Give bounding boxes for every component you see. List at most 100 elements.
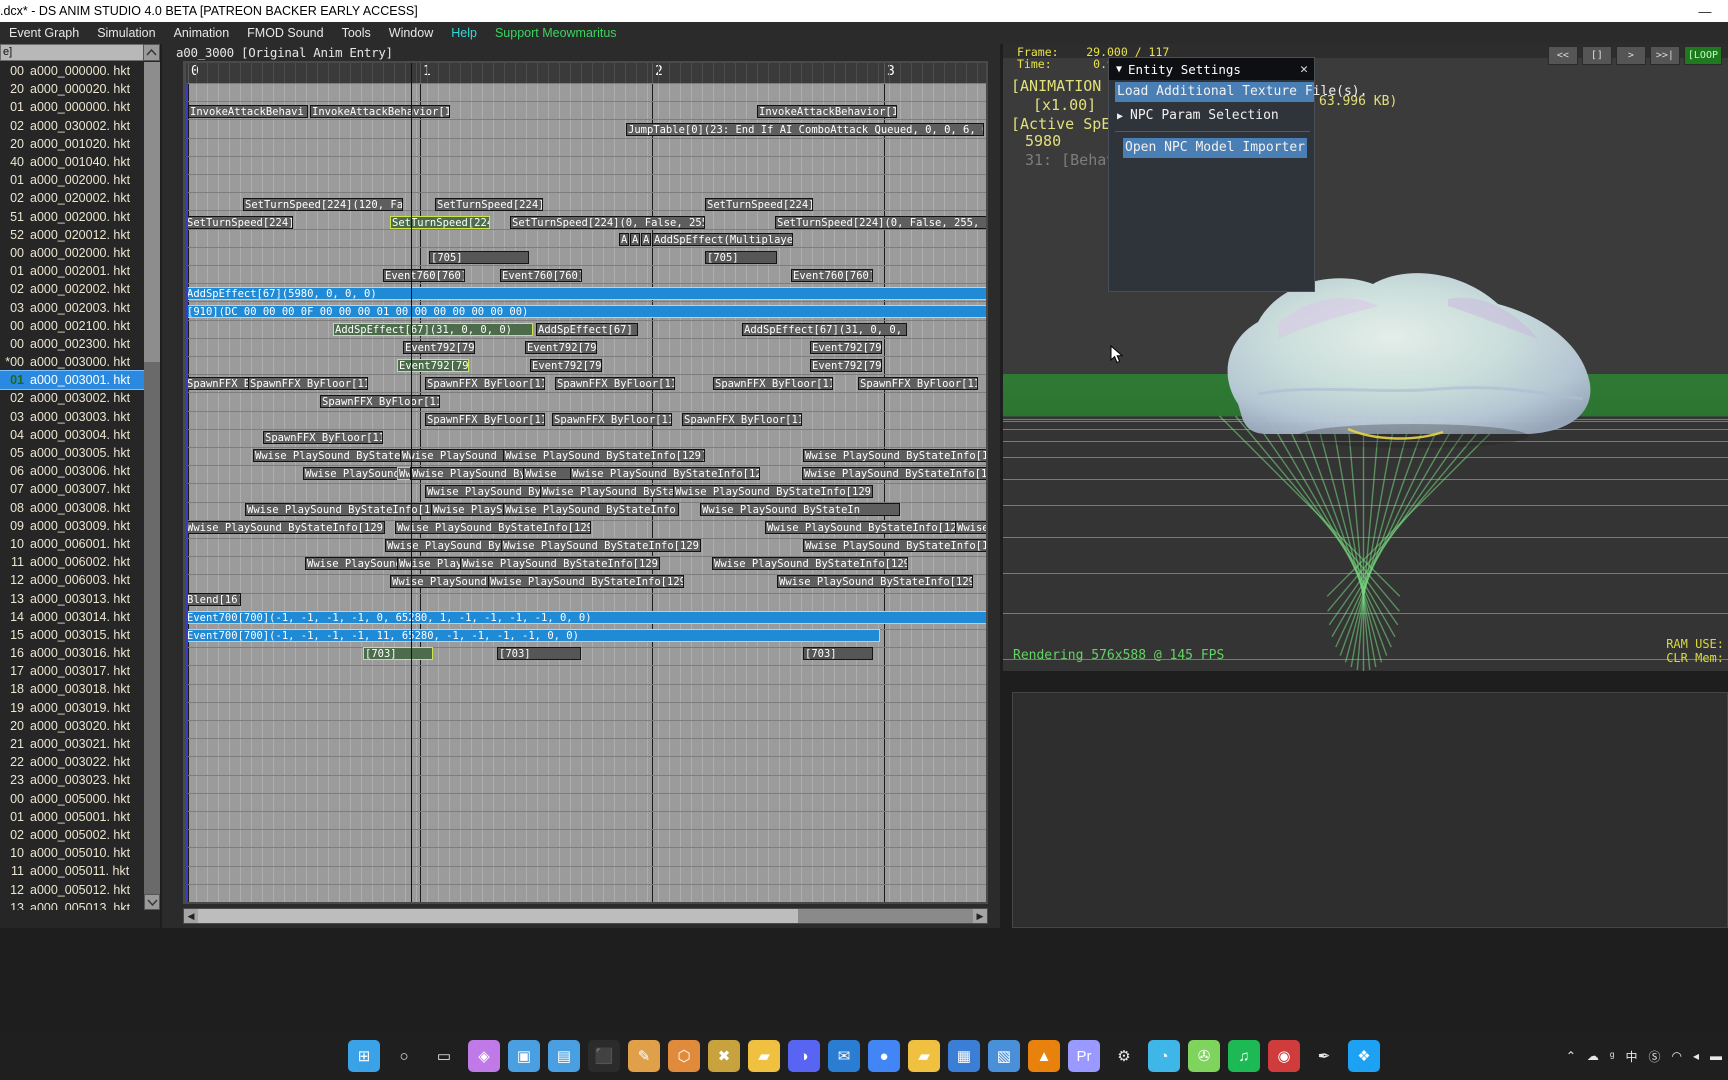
properties-panel[interactable] — [1012, 692, 1728, 928]
timeline-event[interactable]: SpawnFFX_By — [185, 377, 257, 390]
start-button[interactable]: ⊞ — [348, 1040, 380, 1072]
timeline-event[interactable]: [703] — [497, 647, 581, 660]
chevron-down-icon[interactable] — [144, 894, 160, 910]
timeline-event[interactable]: SpawnFFX_ByFloor[112] — [425, 377, 545, 390]
blender-icon[interactable]: ⬡ — [668, 1040, 700, 1072]
copilot-icon[interactable]: ◈ — [468, 1040, 500, 1072]
list-item[interactable]: 02 a000_002002. hkt — [0, 280, 144, 298]
list-item[interactable]: 17 a000_003017. hkt — [0, 662, 144, 680]
wifi-icon[interactable]: ◠ — [1671, 1049, 1681, 1063]
timeline-event[interactable]: [705] — [429, 251, 529, 264]
twitter-icon[interactable]: ❖ — [1348, 1040, 1380, 1072]
timeline-event[interactable]: Wwise_PlaySound_ByStateInfo[129] — [570, 467, 760, 480]
list-item[interactable]: 19 a000_003019. hkt — [0, 699, 144, 717]
timeline-event[interactable]: SetTurnSpeed[224] — [705, 198, 813, 211]
timeline-event[interactable]: A — [619, 233, 629, 246]
obs-icon[interactable]: ◉ — [1268, 1040, 1300, 1072]
list-item[interactable]: 11 a000_006002. hkt — [0, 553, 144, 571]
folder-icon[interactable]: ▰ — [748, 1040, 780, 1072]
list-item[interactable]: 13 a000_005013. hkt — [0, 899, 144, 910]
list-item[interactable]: 03 a000_002003. hkt — [0, 298, 144, 316]
timeline-event[interactable]: Event760[760] — [500, 269, 582, 282]
list-item[interactable]: 01 a000_003001. hkt — [0, 370, 144, 391]
vlc-icon[interactable]: ▲ — [1028, 1040, 1060, 1072]
timeline-event[interactable]: [703] — [803, 647, 873, 660]
menu-item-animation[interactable]: Animation — [165, 22, 239, 44]
list-item[interactable]: 00* a000_003000. hkt — [0, 353, 144, 371]
menu-item-open-npc-model-importer[interactable]: Open NPC Model Importer — [1123, 138, 1308, 158]
minimize-button[interactable]: — — [1682, 0, 1728, 22]
chevron-left-icon[interactable]: ◀ — [184, 909, 198, 923]
timeline-horizontal-scrollbar[interactable]: ◀ ▶ — [183, 908, 988, 924]
stop-button[interactable]: [] — [1581, 46, 1612, 65]
battery-icon[interactable]: ▬ — [1710, 1049, 1722, 1063]
timeline-event[interactable]: SpawnFFX_ByFloor[112] — [682, 413, 802, 426]
prev-frame-button[interactable]: << — [1547, 46, 1578, 65]
scrollbar-thumb[interactable] — [198, 909, 798, 923]
timeline-event[interactable]: AddSpEffect[67](5980, 0, 0, 0) — [185, 287, 986, 300]
list-item[interactable]: 40 a000_001040. hkt — [0, 153, 144, 171]
antivirus-icon[interactable]: Ⓢ — [1648, 1048, 1660, 1065]
timeline-event[interactable]: Event792[792] — [810, 359, 882, 372]
timeline-event[interactable]: SpawnFFX_ByFloor[112] — [263, 431, 383, 444]
timeline-event[interactable]: Wwise_PlaySound_ByStateInfo[129] — [803, 449, 986, 462]
timeline-event[interactable]: [910](DC 00 00 00 0F 00 00 00 01 00 00 0… — [185, 305, 986, 318]
dialog-header[interactable]: ▼ Entity Settings ✕ — [1109, 58, 1314, 80]
tool-icon[interactable]: ⚙ — [1108, 1040, 1140, 1072]
list-item[interactable]: 03 a000_003003. hkt — [0, 408, 144, 426]
timeline-event[interactable]: SpawnFFX_ByFloor[112] — [713, 377, 833, 390]
timeline-event[interactable]: AddSpEffect(Multiplayer[66] — [652, 233, 793, 246]
timeline-event[interactable]: A — [630, 233, 640, 246]
timeline-event[interactable]: [703] — [363, 647, 433, 660]
triangle-down-icon[interactable]: ▼ — [1116, 64, 1122, 75]
loop-toggle-button[interactable]: [LOOP — [1683, 46, 1722, 65]
timeline-event[interactable]: Wwise_PlaySound_ByStateInfo[129] — [185, 521, 385, 534]
list-item[interactable]: 15 a000_003015. hkt — [0, 626, 144, 644]
chrome-icon[interactable]: ● — [868, 1040, 900, 1072]
timeline-event[interactable]: Wwise_PlaySound_ByStateInfo[129] — [802, 467, 986, 480]
timeline-event[interactable]: Wwise_PlaySound_ByStateIn — [700, 503, 900, 516]
timeline-event[interactable]: SetTurnSpeed[224](0, False, 255, 0 — [775, 216, 986, 229]
list-item[interactable]: 00 a000_002000. hkt — [0, 244, 144, 262]
ds-anim-studio-icon[interactable]: ✇ — [1188, 1040, 1220, 1072]
chevron-up-icon[interactable] — [143, 44, 160, 61]
list-item[interactable]: 00 a000_005000. hkt — [0, 790, 144, 808]
list-item[interactable]: 06 a000_003006. hkt — [0, 462, 144, 480]
list-item[interactable]: 01 a000_000000. hkt — [0, 98, 144, 116]
discord-icon[interactable]: ◑ — [788, 1040, 820, 1072]
list-item[interactable]: 52 a000_020012. hkt — [0, 226, 144, 244]
list-item[interactable]: 08 a000_003008. hkt — [0, 499, 144, 517]
timeline-event[interactable]: Event760[760] — [791, 269, 873, 282]
timeline-event[interactable]: [705] — [705, 251, 777, 264]
timeline-event[interactable]: SpawnFFX_ByFloor[112] — [425, 413, 545, 426]
list-item[interactable]: 00 a000_002300. hkt — [0, 335, 144, 353]
timeline-event[interactable]: Event792[792] — [403, 341, 475, 354]
timeline-event[interactable]: SetTurnSpeed[224] — [435, 198, 543, 211]
timeline-event[interactable]: Wwise_PlaySound_ByStateInfo[129] — [503, 449, 705, 462]
explorer-icon[interactable]: ▤ — [548, 1040, 580, 1072]
menu-item-window[interactable]: Window — [380, 22, 442, 44]
onedrive-icon[interactable]: ☁ — [1587, 1049, 1599, 1063]
editor-icon[interactable]: ✖ — [708, 1040, 740, 1072]
list-item[interactable]: 20 a000_001020. hkt — [0, 135, 144, 153]
timeline-event[interactable]: AddSpEffect[67] — [536, 323, 638, 336]
timeline-grid[interactable]: InvokeAttackBehavi InvokeAttackBehavior[1… — [185, 83, 986, 902]
menu-item-tools[interactable]: Tools — [333, 22, 380, 44]
timeline-event[interactable]: Wwise_ — [955, 521, 986, 534]
list-item[interactable]: 18 a000_003018. hkt — [0, 680, 144, 698]
timeline-event[interactable]: SpawnFFX_ByFloor[112] — [248, 377, 368, 390]
edge-icon[interactable]: ◔ — [1148, 1040, 1180, 1072]
list-item[interactable]: 02 a000_020002. hkt — [0, 189, 144, 207]
menu-item-event-graph[interactable]: Event Graph — [0, 22, 88, 44]
mic-icon[interactable]: ᵍ — [1610, 1049, 1615, 1063]
list-item[interactable]: 00 a000_002100. hkt — [0, 317, 144, 335]
spotify-icon[interactable]: ♫ — [1228, 1040, 1260, 1072]
next-frame-button[interactable]: >>| — [1649, 46, 1680, 65]
timeline-event[interactable]: SetTurnSpeed[224] — [390, 216, 490, 229]
paint-icon[interactable]: ✎ — [628, 1040, 660, 1072]
list-item[interactable]: 23 a000_003023. hkt — [0, 771, 144, 789]
anim-list-scrollbar[interactable] — [144, 62, 160, 910]
timeline-event[interactable]: SpawnFFX_ByFloor[112] — [320, 395, 440, 408]
list-item[interactable]: 22 a000_003022. hkt — [0, 753, 144, 771]
timeline-event[interactable]: Event760[760] — [383, 269, 465, 282]
